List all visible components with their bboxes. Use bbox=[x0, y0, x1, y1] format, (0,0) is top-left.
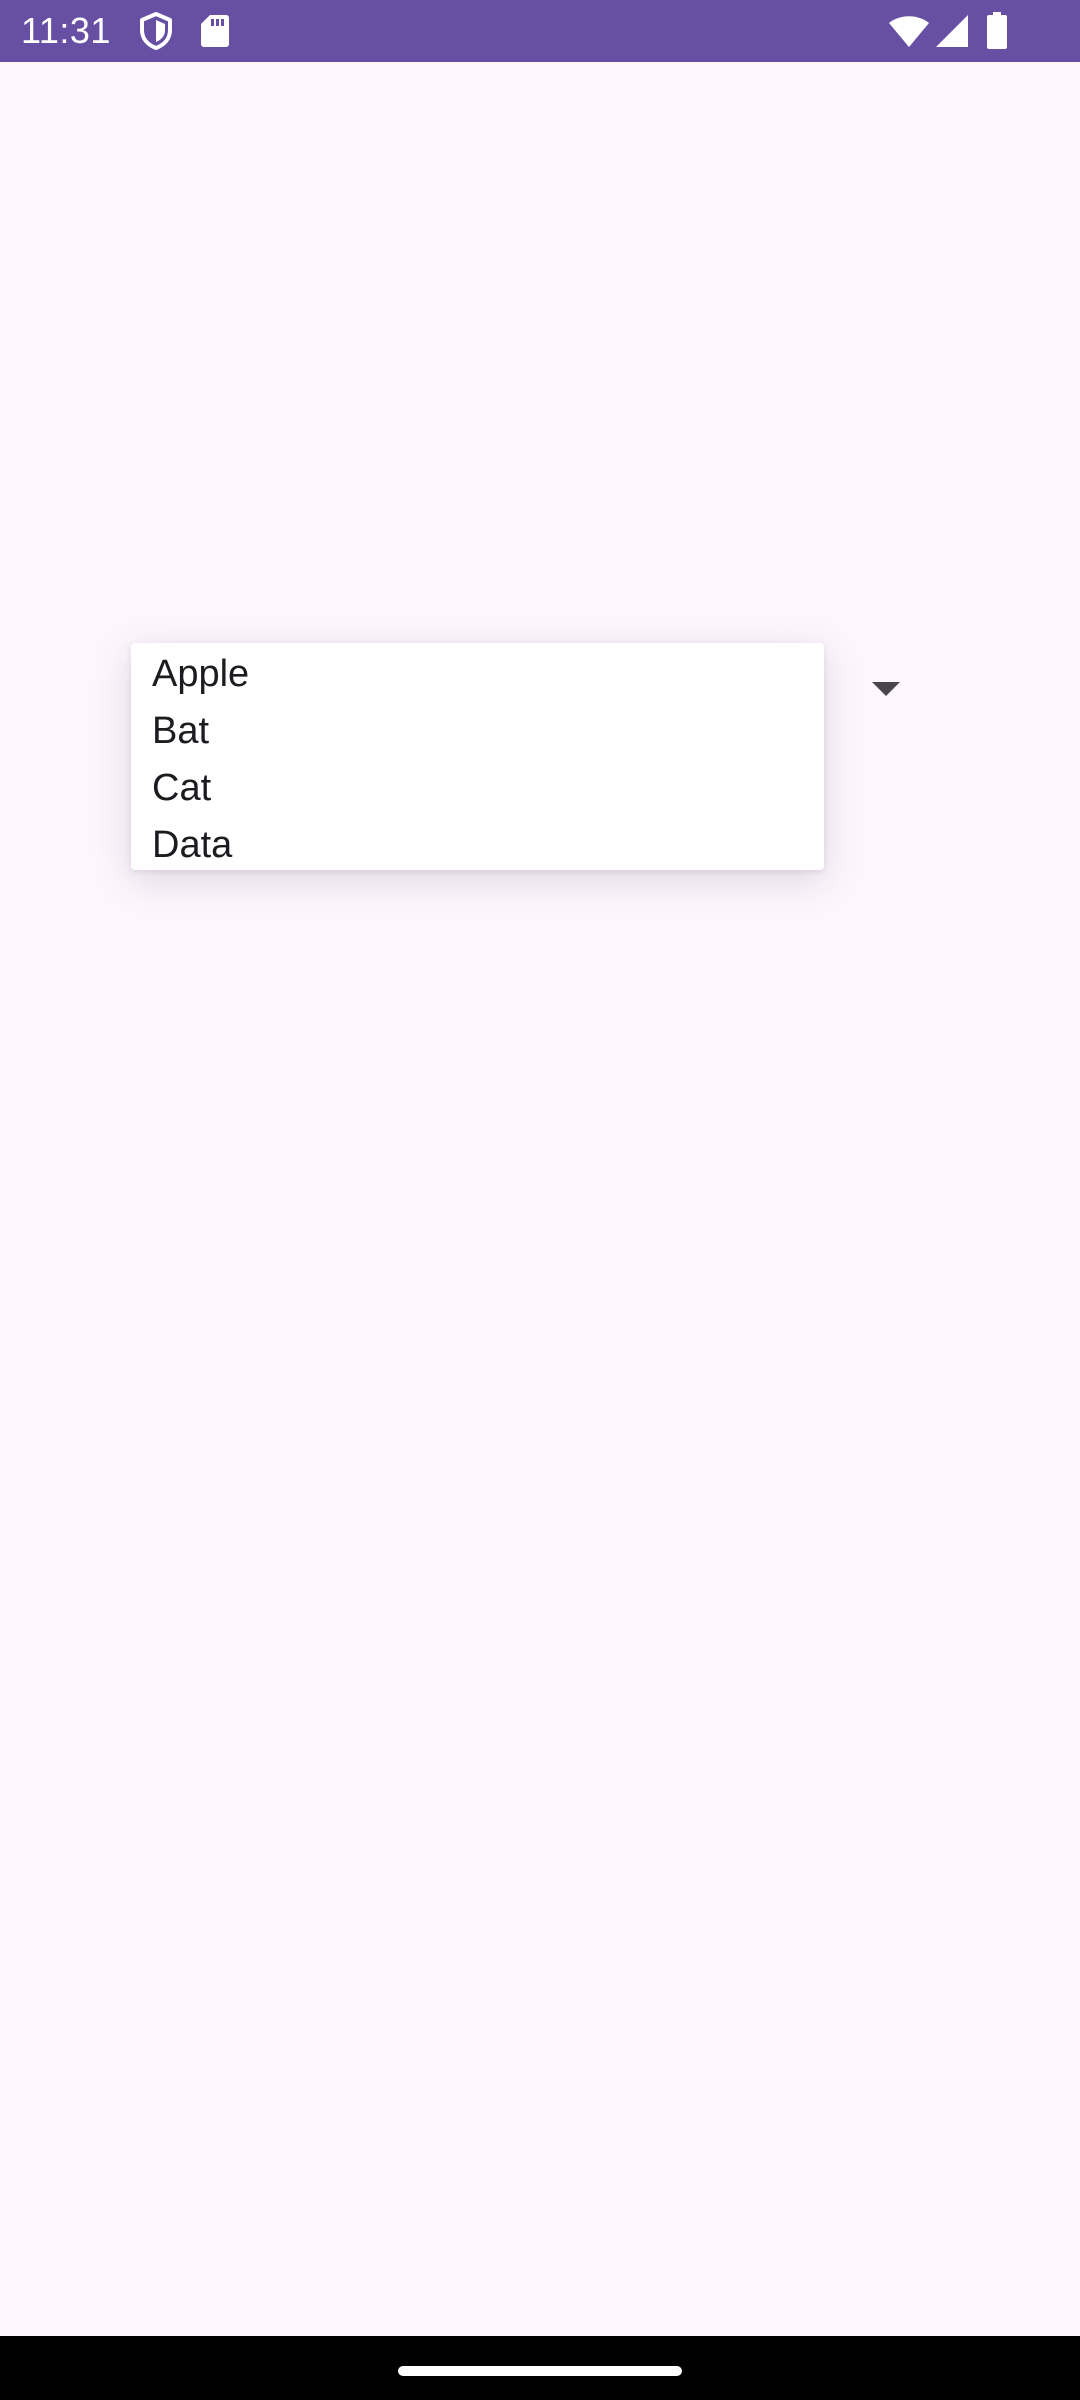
wifi-icon bbox=[889, 16, 929, 47]
dropdown-item-apple[interactable]: Apple bbox=[131, 646, 824, 703]
status-bar: 11:31 bbox=[0, 0, 1080, 62]
dropdown-item-bat[interactable]: Bat bbox=[131, 703, 824, 760]
vpn-shield-icon bbox=[140, 12, 172, 50]
dropdown-item-cat[interactable]: Cat bbox=[131, 760, 824, 817]
sd-card-icon bbox=[201, 15, 229, 47]
cell-signal-icon bbox=[936, 15, 968, 47]
spinner-dropdown: Apple Bat Cat Data bbox=[131, 643, 824, 870]
home-gesture-handle[interactable] bbox=[398, 2366, 682, 2376]
status-time: 11:31 bbox=[21, 10, 111, 51]
app-screen bbox=[0, 62, 1080, 2336]
arrow-drop-down-icon[interactable] bbox=[872, 682, 900, 698]
battery-icon bbox=[987, 12, 1007, 49]
dropdown-item-data[interactable]: Data bbox=[131, 817, 824, 874]
